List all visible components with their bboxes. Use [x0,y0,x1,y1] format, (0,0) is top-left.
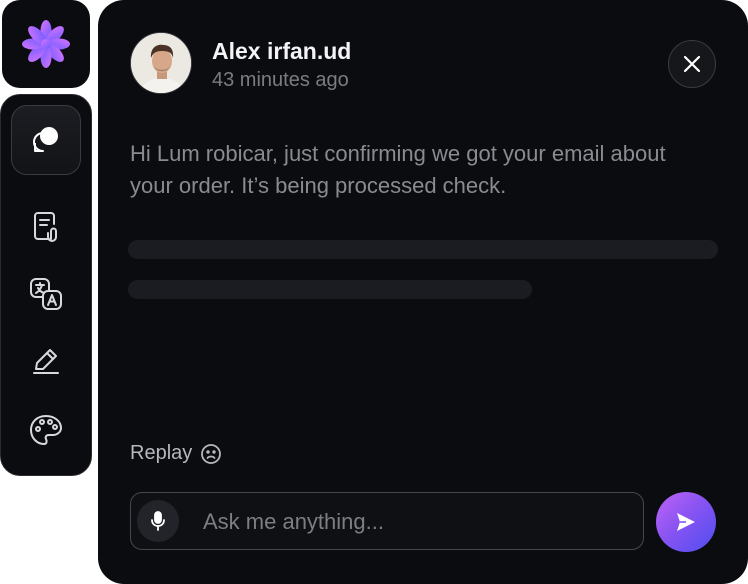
sidebar-item-documents[interactable] [11,191,81,261]
microphone-icon [151,511,165,531]
sidebar-item-translate[interactable] [11,259,81,329]
translate-icon [30,278,62,310]
chat-input[interactable] [201,493,625,551]
chat-bubble-icon [33,127,58,152]
message-body: Hi Lum robicar, just confirming we got y… [130,141,666,198]
reply-button[interactable]: Replay [130,442,222,465]
close-icon [683,55,701,73]
flower-icon [22,20,70,68]
sidebar-item-edit[interactable] [11,327,81,397]
pencil-icon [33,349,59,374]
message-composer [130,492,644,551]
palette-icon [30,415,62,445]
loading-skeleton-line [128,280,532,299]
microphone-button[interactable] [137,500,179,542]
document-attachment-icon [34,212,57,242]
app-logo[interactable] [2,0,90,88]
send-icon [677,513,695,531]
close-button[interactable] [668,40,716,88]
sidebar [0,94,92,476]
avatar[interactable] [130,32,192,94]
message-panel: Alex irfan.ud 43 minutes ago Hi Lum robi… [98,0,748,584]
send-button[interactable] [656,492,716,552]
sender-name: Alex irfan.ud [212,38,352,64]
sidebar-item-theme[interactable] [11,395,81,465]
sad-face-icon [201,443,222,464]
message-timestamp: 43 minutes ago [212,69,349,91]
loading-skeleton-line [128,240,718,259]
sidebar-item-chat[interactable] [11,105,81,175]
reply-label: Replay [130,442,193,464]
